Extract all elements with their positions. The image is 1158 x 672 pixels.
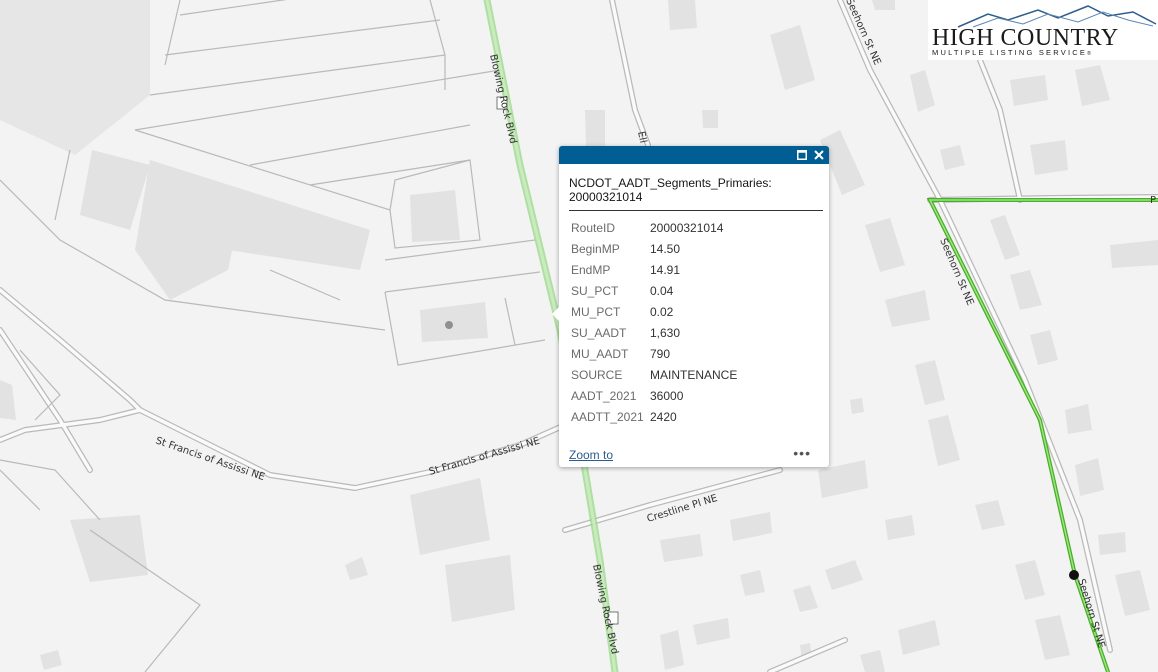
attribute-value: 36000 xyxy=(650,388,684,403)
building xyxy=(585,110,605,148)
attribute-value: 790 xyxy=(650,346,671,361)
attribute-row: AADTT_2021 2420 xyxy=(568,406,737,427)
building xyxy=(702,110,718,128)
registered-mark: ® xyxy=(1087,51,1093,57)
attribute-value: 14.91 xyxy=(650,262,681,277)
attribute-name: SU_PCT xyxy=(571,283,619,298)
attribute-value: 2420 xyxy=(650,409,677,424)
attribute-name: EndMP xyxy=(571,262,611,277)
attribute-name: MU_AADT xyxy=(571,346,629,361)
popup-footer: Zoom to ••• xyxy=(569,446,815,462)
label-p-fragment: P xyxy=(1150,195,1156,206)
building xyxy=(872,0,895,10)
high-country-logo: HIGH COUNTRY MULTIPLE LISTING SERVICE® xyxy=(928,0,1158,60)
close-icon[interactable] xyxy=(812,148,826,162)
attribute-name: MU_PCT xyxy=(571,304,621,319)
selected-point[interactable] xyxy=(1069,570,1079,580)
attribute-value: 14.50 xyxy=(650,241,681,256)
attribute-value: 0.04 xyxy=(650,283,674,298)
attribute-row: MU_AADT 790 xyxy=(568,343,737,364)
logo-sub-label: MULTIPLE LISTING SERVICE xyxy=(932,48,1088,57)
attribute-name: AADT_2021 xyxy=(571,388,637,403)
building xyxy=(410,190,460,242)
building xyxy=(668,0,697,30)
attribute-value: MAINTENANCE xyxy=(650,367,738,382)
building xyxy=(850,398,864,414)
building xyxy=(1030,140,1068,175)
logo-sub-text: MULTIPLE LISTING SERVICE® xyxy=(932,48,1093,57)
building xyxy=(445,555,515,622)
attribute-row: AADT_2021 36000 xyxy=(568,385,737,406)
building xyxy=(1098,532,1126,555)
zoom-to-link[interactable]: Zoom to xyxy=(569,448,613,462)
attribute-value: 0.02 xyxy=(650,304,674,319)
feature-popup[interactable]: NCDOT_AADT_Segments_Primaries: 200003210… xyxy=(552,146,829,467)
popup-header xyxy=(559,146,829,164)
maximize-icon[interactable] xyxy=(795,148,809,162)
attribute-value: 20000321014 xyxy=(650,220,724,235)
attribute-name: SOURCE xyxy=(571,367,623,382)
attribute-row: SU_PCT 0.04 xyxy=(568,280,737,301)
map-point[interactable] xyxy=(445,321,453,329)
attribute-value: 1,630 xyxy=(650,325,681,340)
popup-title: NCDOT_AADT_Segments_Primaries: 200003210… xyxy=(569,176,823,211)
attribute-row: SU_AADT 1,630 xyxy=(568,322,737,343)
attribute-name: RouteID xyxy=(571,220,616,235)
attribute-row: SOURCE MAINTENANCE xyxy=(568,364,737,385)
attribute-table: RouteID 20000321014 BeginMP 14.50 EndMP 14.91… xyxy=(568,217,737,427)
popup-pointer xyxy=(552,306,560,322)
attribute-name: SU_AADT xyxy=(571,325,627,340)
attribute-name: BeginMP xyxy=(571,241,620,256)
more-options-icon[interactable]: ••• xyxy=(793,446,811,460)
attribute-row: RouteID 20000321014 xyxy=(568,217,737,238)
attribute-name: AADTT_2021 xyxy=(571,409,644,424)
attribute-row: BeginMP 14.50 xyxy=(568,238,737,259)
attribute-row: EndMP 14.91 xyxy=(568,259,737,280)
attribute-row: MU_PCT 0.02 xyxy=(568,301,737,322)
